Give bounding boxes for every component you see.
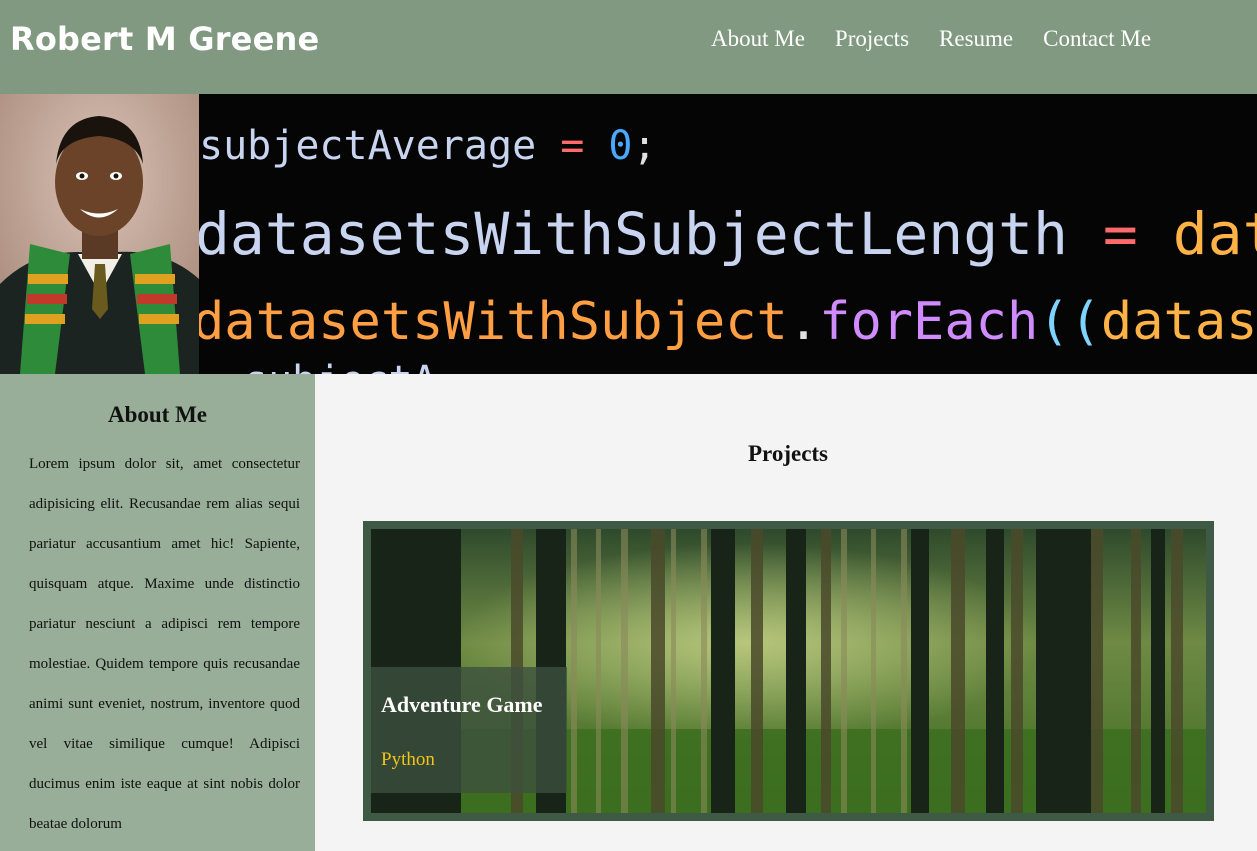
- site-header: Robert M Greene About Me Projects Resume…: [0, 0, 1257, 94]
- profile-photo-icon: [0, 94, 199, 374]
- project-language: Python: [381, 749, 435, 770]
- code-token: datasetsWithSubject: [199, 292, 788, 352]
- hero-banner: subjectAverage = 0; datasetsWithSubjectL…: [0, 94, 1257, 374]
- code-token: =: [536, 123, 608, 169]
- about-sidebar: About Me Lorem ipsum dolor sit, amet con…: [0, 374, 315, 851]
- about-text: Lorem ipsum dolor sit, amet consectetur …: [29, 456, 300, 832]
- code-token: subjectA: [244, 358, 437, 374]
- code-token: datasetsWithSu: [1173, 200, 1257, 268]
- code-token: subjectAverage: [199, 123, 536, 169]
- code-line: datasetsWithSubjectLength = datasetsWith…: [199, 200, 1257, 268]
- nav-link-projects[interactable]: Projects: [835, 26, 909, 52]
- nav-link-about-me[interactable]: About Me: [711, 26, 805, 52]
- code-banner-image: subjectAverage = 0; datasetsWithSubjectL…: [199, 94, 1257, 374]
- projects-section: Projects Adventure Game Python: [315, 374, 1257, 851]
- site-title: Robert M Greene: [10, 20, 320, 58]
- code-token: .: [788, 292, 819, 352]
- nav-link-contact-me[interactable]: Contact Me: [1043, 26, 1151, 52]
- nav-link-resume[interactable]: Resume: [939, 26, 1013, 52]
- code-token: =: [1068, 200, 1173, 268]
- code-token: dataset: [1101, 292, 1257, 352]
- code-token: datasetsWithSubjectLength: [199, 200, 1068, 268]
- code-line: subjectAverage = 0;: [199, 123, 657, 169]
- code-token: 0: [608, 123, 632, 169]
- profile-photo: [0, 94, 199, 374]
- code-line: datasetsWithSubject.forEach((dataset) =>: [199, 292, 1257, 352]
- project-card[interactable]: Adventure Game Python: [363, 521, 1214, 821]
- project-caption: Adventure Game Python: [371, 667, 567, 793]
- code-token: ((: [1038, 292, 1101, 352]
- forest-image: Adventure Game Python: [371, 529, 1206, 813]
- about-heading: About Me: [107, 402, 208, 427]
- code-token: forEach: [819, 292, 1038, 352]
- code-banner: subjectAverage = 0; datasetsWithSubjectL…: [199, 94, 1257, 374]
- project-title[interactable]: Adventure Game: [381, 692, 543, 718]
- code-token: ;: [633, 123, 657, 169]
- code-line: subjectA: [244, 358, 437, 374]
- projects-heading: Projects: [747, 441, 829, 466]
- main-nav: About Me Projects Resume Contact Me: [711, 26, 1181, 52]
